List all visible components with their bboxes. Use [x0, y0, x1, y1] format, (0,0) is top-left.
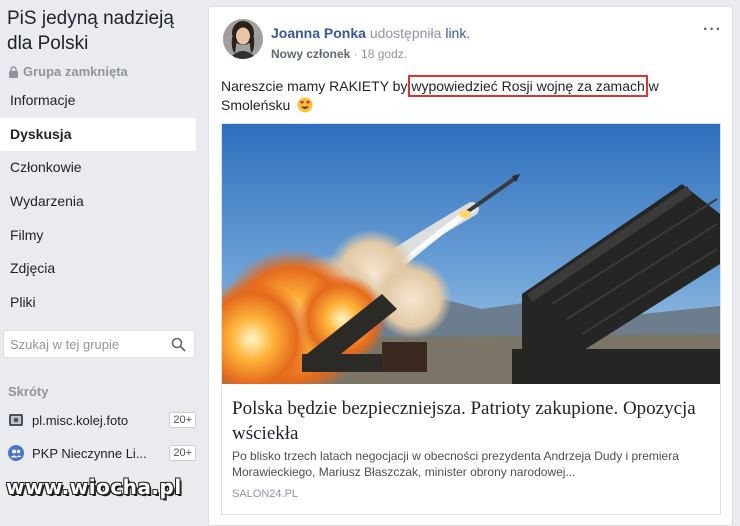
- nav-item-informacje[interactable]: Informacje: [0, 84, 200, 118]
- group-privacy: Grupa zamknięta: [8, 64, 128, 79]
- nav-item-czlonkowie[interactable]: Członkowie: [0, 151, 200, 185]
- group-sidebar: PiS jedyną nadzieją dla Polski Grupa zam…: [0, 0, 200, 510]
- shortcut-label: pl.misc.kolej.foto: [32, 412, 129, 428]
- shortcut-count-badge: 20+: [169, 412, 196, 428]
- shortcut-count-badge: 20+: [169, 445, 196, 461]
- post-timestamp[interactable]: 18 godz.: [361, 47, 407, 61]
- group-nav: Informacje Dyskusja Członkowie Wydarzeni…: [0, 84, 200, 320]
- post-meta: Nowy członek · 18 godz.: [271, 47, 407, 61]
- group-privacy-label: Grupa zamknięta: [23, 64, 128, 79]
- meta-separator: ·: [353, 47, 362, 61]
- new-member-badge: Nowy członek: [271, 47, 351, 61]
- post-header: Joanna Ponka udostępniła link.: [271, 25, 470, 41]
- post-text: Nareszcie mamy RAKIETY by wypowiedzieć R…: [221, 75, 691, 115]
- more-options-button[interactable]: ···: [703, 21, 722, 39]
- post-action: udostępniła: [369, 25, 442, 41]
- shortcuts-title: Skróty: [8, 384, 49, 399]
- author-name[interactable]: Joanna Ponka: [271, 25, 366, 41]
- preview-description: Po blisko trzech latach negocjacji w obe…: [232, 449, 679, 479]
- missile-launch-photo[interactable]: [222, 124, 720, 384]
- nav-item-filmy[interactable]: Filmy: [0, 219, 200, 253]
- preview-domain: SALON24.PL: [232, 488, 299, 500]
- watermark: www.wiocha.pl: [6, 475, 182, 499]
- search-icon[interactable]: [171, 337, 186, 352]
- nav-item-zdjecia[interactable]: Zdjęcia: [0, 252, 200, 286]
- group-search: [3, 330, 195, 358]
- photo-group-icon: [9, 414, 23, 426]
- highlighted-phrase: wypowiedzieć Rosji wojnę za zamach: [408, 75, 648, 97]
- heart-eyes-emoji-icon: [297, 97, 313, 113]
- shortcut-item[interactable]: PKP Nieczynne Li... 20+: [8, 441, 196, 465]
- search-input[interactable]: [4, 331, 160, 357]
- group-name[interactable]: PiS jedyną nadzieją dla Polski: [7, 6, 197, 56]
- link-preview-card[interactable]: Polska będzie bezpieczniejsza. Patrioty …: [221, 123, 721, 515]
- group-post: Joanna Ponka udostępniła link. Nowy czło…: [208, 6, 733, 526]
- nav-item-dyskusja[interactable]: Dyskusja: [0, 117, 196, 152]
- avatar[interactable]: [223, 19, 263, 59]
- lock-icon: [9, 65, 18, 78]
- shortcut-label: PKP Nieczynne Li...: [32, 445, 147, 461]
- shared-link[interactable]: link.: [445, 25, 470, 41]
- nav-item-pliki[interactable]: Pliki: [0, 286, 200, 320]
- post-text-start: Nareszcie mamy RAKIETY by: [221, 78, 412, 94]
- nav-item-wydarzenia[interactable]: Wydarzenia: [0, 185, 200, 219]
- group-icon: [8, 445, 24, 461]
- preview-title[interactable]: Polska będzie bezpieczniejsza. Patrioty …: [232, 396, 702, 446]
- shortcut-item[interactable]: pl.misc.kolej.foto 20+: [8, 408, 196, 432]
